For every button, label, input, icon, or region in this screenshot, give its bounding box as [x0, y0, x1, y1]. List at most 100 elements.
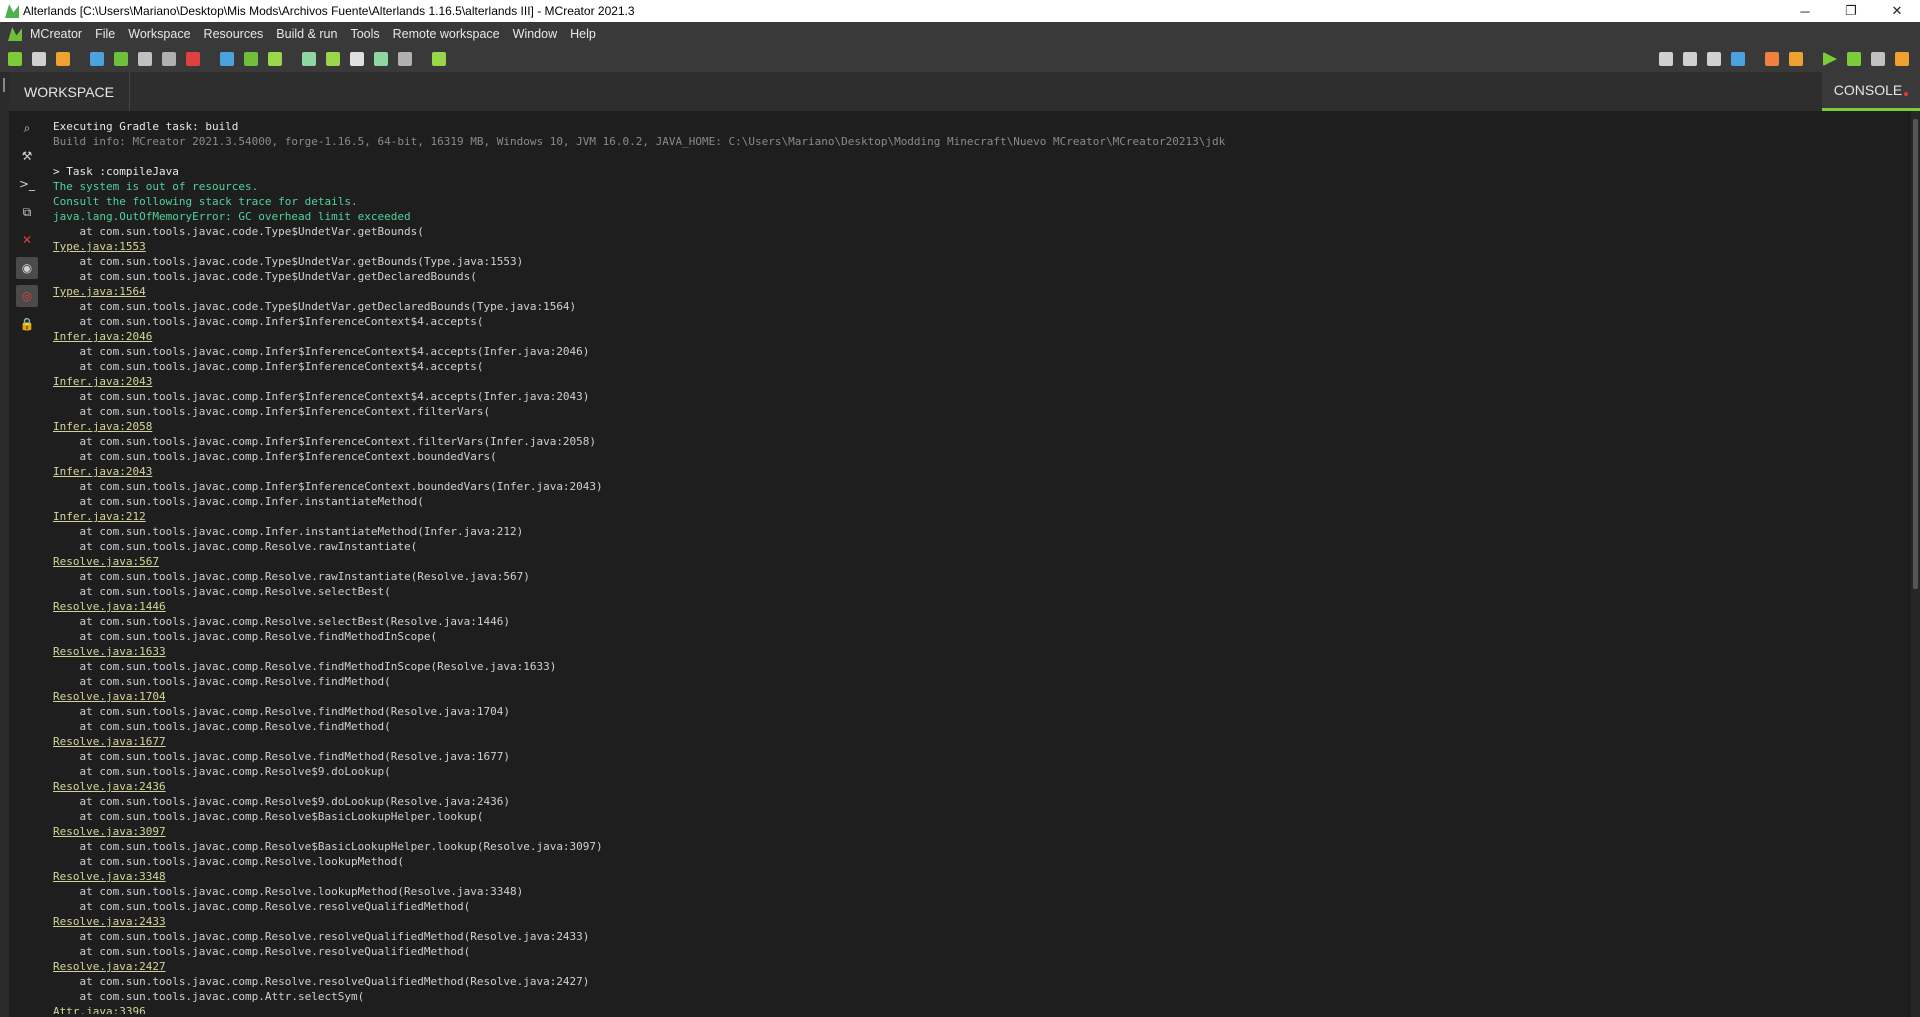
terminal-icon[interactable]: >_	[16, 173, 38, 195]
workspace-icon[interactable]	[32, 52, 46, 66]
armor-icon[interactable]	[220, 52, 234, 66]
console-line: > Task :compileJava	[53, 165, 179, 178]
toolbar-separator	[1808, 52, 1818, 66]
new-element-icon[interactable]	[8, 52, 22, 66]
export-icon[interactable]	[1895, 52, 1909, 66]
sound-icon[interactable]	[162, 52, 176, 66]
console-line: java.lang.OutOfMemoryError: GC overhead …	[53, 210, 411, 223]
hammer-icon[interactable]	[1789, 52, 1803, 66]
console-scrollbar-thumb[interactable]	[1913, 119, 1918, 589]
tab-workspace[interactable]: WORKSPACE	[9, 72, 130, 111]
close-button[interactable]: ✕	[1874, 0, 1920, 22]
tab-console-label: CONSOLE	[1833, 82, 1903, 98]
console-line: at com.sun.tools.javac.code.Type$UndetVa…	[53, 270, 477, 283]
console-line: at com.sun.tools.javac.comp.Infer$Infere…	[53, 435, 597, 448]
console-scrollbar[interactable]	[1911, 111, 1920, 1017]
console-line: Consult the following stack trace for de…	[53, 195, 358, 208]
animation-icon[interactable]	[268, 52, 282, 66]
gear-icon[interactable]	[350, 52, 364, 66]
console-line: at com.sun.tools.javac.comp.Infer.instan…	[53, 495, 424, 508]
pencil-icon[interactable]	[432, 52, 446, 66]
console-line: at com.sun.tools.javac.comp.Resolve.sele…	[53, 615, 510, 628]
stacktrace-link[interactable]: Infer.java:212	[53, 509, 1918, 524]
console-line: at com.sun.tools.javac.comp.Resolve.reso…	[53, 945, 471, 958]
resources-icon[interactable]	[90, 52, 104, 66]
eye-icon[interactable]: ◉	[16, 257, 38, 279]
stacktrace-link[interactable]: Attr.java:3396	[53, 1004, 1918, 1014]
window-title: Alterlands [C:\Users\Mariano\Desktop\Mis…	[23, 4, 635, 18]
stacktrace-link[interactable]: Type.java:1553	[53, 239, 1918, 254]
console-line: at com.sun.tools.javac.comp.Infer$Infere…	[53, 450, 497, 463]
console-line: at com.sun.tools.javac.comp.Resolve.find…	[53, 705, 510, 718]
console-line: The system is out of resources.	[53, 180, 259, 193]
stacktrace-link[interactable]: Infer.java:2043	[53, 464, 1918, 479]
stacktrace-link[interactable]: Resolve.java:1446	[53, 599, 1918, 614]
copy-icon[interactable]: ⧉	[16, 201, 38, 223]
stacktrace-link[interactable]: Resolve.java:2433	[53, 914, 1918, 929]
push-icon[interactable]	[1707, 52, 1721, 66]
toolbar	[0, 46, 1920, 72]
stacktrace-link[interactable]: Infer.java:2043	[53, 374, 1918, 389]
lock-icon[interactable]: 🔒	[16, 313, 38, 335]
recipe-icon[interactable]	[244, 52, 258, 66]
console-line: at com.sun.tools.javac.comp.Resolve$Basi…	[53, 810, 484, 823]
structure-icon[interactable]	[138, 52, 152, 66]
stacktrace-link[interactable]: Resolve.java:3348	[53, 869, 1918, 884]
restore-button[interactable]: ❐	[1828, 0, 1874, 22]
console-panel: ⌕ ⚒ >_ ⧉ ✕ ◉ ◎ 🔒 Executing Gradle task: build Bu…	[9, 111, 1920, 1017]
menu-help[interactable]: Help	[566, 27, 605, 41]
console-line: at com.sun.tools.javac.comp.Infer$Infere…	[53, 390, 590, 403]
console-line: at com.sun.tools.javac.comp.Resolve.look…	[53, 855, 404, 868]
block-icon[interactable]	[398, 52, 412, 66]
tools-icon[interactable]	[326, 52, 340, 66]
console-line: at com.sun.tools.javac.comp.Infer.instan…	[53, 525, 524, 538]
menu-file[interactable]: File	[91, 27, 124, 41]
title-bar: Alterlands [C:\Users\Mariano\Desktop\Mis…	[0, 0, 1920, 22]
console-line: at com.sun.tools.javac.comp.Resolve.find…	[53, 660, 557, 673]
stacktrace-link[interactable]: Resolve.java:2427	[53, 959, 1918, 974]
console-line: at com.sun.tools.javac.comp.Resolve.rawI…	[53, 570, 530, 583]
hammer-icon[interactable]: ⚒	[16, 145, 38, 167]
menu-build-run[interactable]: Build & run	[272, 27, 346, 41]
menu-window[interactable]: Window	[509, 27, 566, 41]
stacktrace-link[interactable]: Resolve.java:1704	[53, 689, 1918, 704]
tab-console[interactable]: CONSOLE	[1822, 72, 1920, 111]
stacktrace-link[interactable]: Resolve.java:1677	[53, 734, 1918, 749]
minimize-button[interactable]: ─	[1782, 0, 1828, 22]
folder-icon[interactable]	[1731, 52, 1745, 66]
branch-icon[interactable]	[1659, 52, 1673, 66]
tab-workspace-label: WORKSPACE	[24, 83, 114, 100]
stacktrace-link[interactable]: Resolve.java:567	[53, 554, 1918, 569]
console-line: at com.sun.tools.javac.comp.Resolve.reso…	[53, 930, 590, 943]
pull-icon[interactable]	[1683, 52, 1697, 66]
stacktrace-link[interactable]: Resolve.java:1633	[53, 644, 1918, 659]
texture-icon[interactable]	[186, 52, 200, 66]
console-line: Build info: MCreator 2021.3.54000, forge…	[53, 135, 1226, 148]
mod-icon[interactable]	[374, 52, 388, 66]
close-icon[interactable]: ✕	[16, 229, 38, 251]
eye-off-icon[interactable]: ◎	[16, 285, 38, 307]
menu-workspace[interactable]: Workspace	[124, 27, 199, 41]
menu-tools[interactable]: Tools	[346, 27, 388, 41]
stacktrace-link[interactable]: Resolve.java:2436	[53, 779, 1918, 794]
console-line: at com.sun.tools.javac.comp.Infer$Infere…	[53, 315, 484, 328]
menu-resources[interactable]: Resources	[200, 27, 273, 41]
menu-mcreator[interactable]: MCreator	[26, 27, 91, 41]
play-icon[interactable]	[1823, 52, 1837, 66]
plugin-icon[interactable]	[302, 52, 316, 66]
stop-icon[interactable]	[1871, 52, 1885, 66]
mcreator-menu-icon	[8, 27, 22, 41]
console-line: at com.sun.tools.javac.comp.Resolve$9.do…	[53, 765, 391, 778]
stacktrace-link[interactable]: Infer.java:2046	[53, 329, 1918, 344]
eraser-icon[interactable]	[1765, 52, 1779, 66]
console-line: at com.sun.tools.javac.comp.Resolve.find…	[53, 675, 391, 688]
import-icon[interactable]	[56, 52, 70, 66]
stacktrace-link[interactable]: Resolve.java:3097	[53, 824, 1918, 839]
debug-icon[interactable]	[1847, 52, 1861, 66]
menu-remote-workspace[interactable]: Remote workspace	[389, 27, 509, 41]
search-icon[interactable]: ⌕	[16, 117, 38, 139]
image-icon[interactable]	[114, 52, 128, 66]
stacktrace-link[interactable]: Type.java:1564	[53, 284, 1918, 299]
console-output[interactable]: Executing Gradle task: build Build info: …	[53, 119, 1918, 1014]
stacktrace-link[interactable]: Infer.java:2058	[53, 419, 1918, 434]
